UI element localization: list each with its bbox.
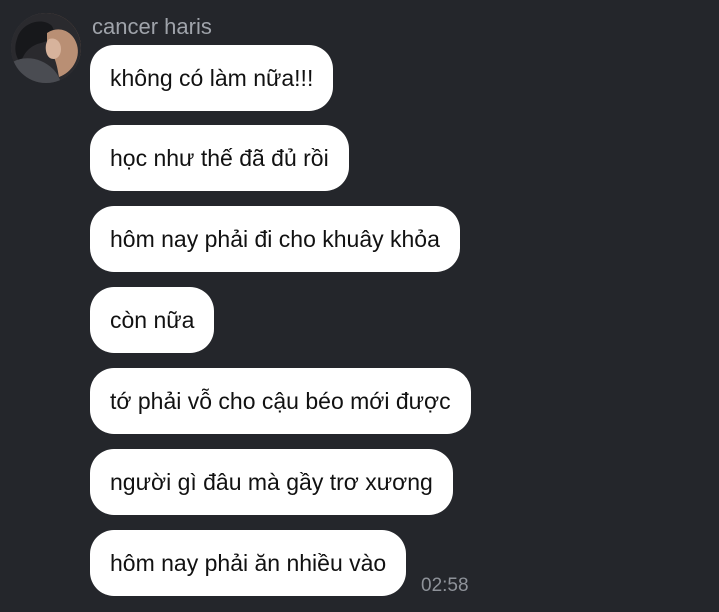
sender-name: cancer haris [92, 14, 212, 39]
message-bubble[interactable]: tớ phải vỗ cho cậu béo mới được [90, 368, 471, 434]
message-bubble[interactable]: người gì đâu mà gầy trơ xương [90, 449, 453, 515]
message-bubble[interactable]: hôm nay phải ăn nhiều vào [90, 530, 407, 596]
message-bubble[interactable]: học như thế đã đủ rồi [90, 125, 349, 191]
message-bubble[interactable]: không có làm nữa!!! [90, 45, 334, 111]
message-bubble[interactable]: hôm nay phải đi cho khuây khỏa [90, 206, 460, 272]
avatar[interactable] [11, 13, 81, 83]
user-photo-icon [11, 13, 81, 83]
message-timestamp: 02:58 [421, 575, 469, 596]
message-bubble[interactable]: còn nữa [90, 287, 215, 353]
